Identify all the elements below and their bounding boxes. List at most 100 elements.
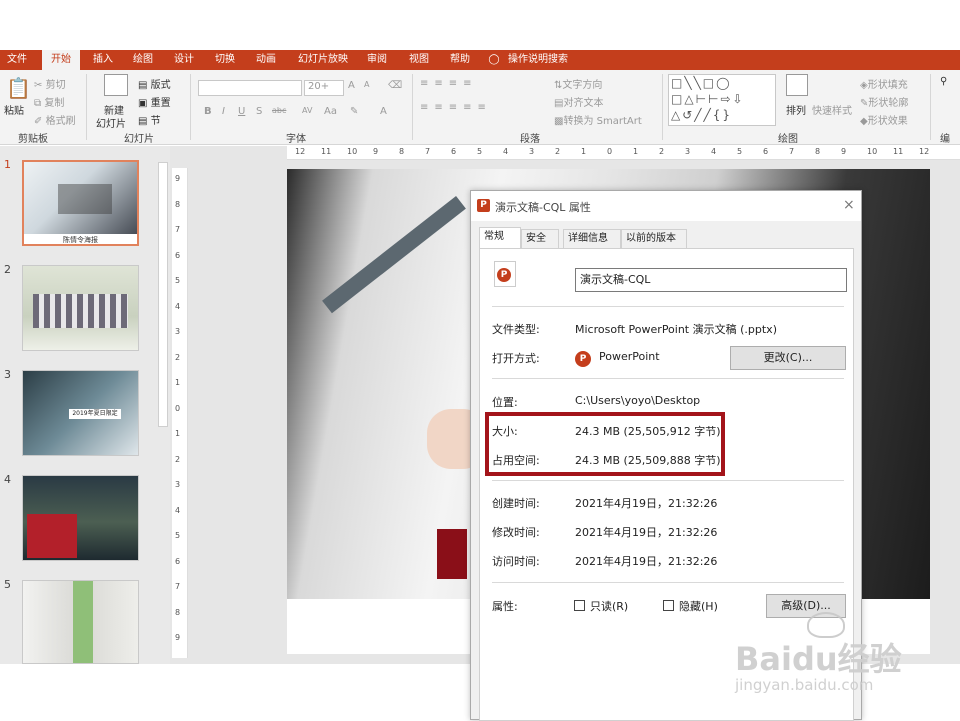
char-spacing-button[interactable]: AV xyxy=(302,106,312,115)
tab-transitions[interactable]: 切换 xyxy=(208,50,242,70)
ruler-tick-label: 1 xyxy=(633,147,639,156)
arrange-icon[interactable] xyxy=(786,74,808,96)
tab-general[interactable]: 常规 xyxy=(479,227,521,249)
list-buttons-icon[interactable]: ≡≡≡≡ xyxy=(420,78,478,89)
readonly-checkbox[interactable] xyxy=(574,600,585,611)
slide-thumbnail-2[interactable] xyxy=(22,265,139,351)
group-label-drawing: 绘图 xyxy=(778,134,798,145)
slide-number: 1 xyxy=(4,158,11,171)
lightbulb-icon: ◯ xyxy=(488,54,500,65)
new-slide-icon[interactable] xyxy=(104,74,128,96)
find-icon[interactable]: ⚲ xyxy=(940,76,947,87)
strikethrough-button[interactable]: abc xyxy=(272,106,286,115)
ruler-tick-label: 6 xyxy=(763,147,769,156)
quick-styles-button[interactable]: 快速样式 xyxy=(812,102,852,117)
dialog-title: 演示文稿-CQL 属性 xyxy=(495,201,591,214)
change-button[interactable]: 更改(C)... xyxy=(730,346,846,370)
paste-button[interactable]: 粘贴 xyxy=(4,102,24,117)
highlight-pen-icon[interactable]: ✎ xyxy=(350,106,358,117)
ruler-tick-label: 9 xyxy=(175,174,181,183)
layout-button[interactable]: ▤ 版式 xyxy=(138,76,171,91)
smartart-button[interactable]: ▩转换为 SmartArt xyxy=(554,112,642,127)
align-buttons-icon[interactable]: ≡≡≡≡≡ xyxy=(420,102,492,113)
effects-icon: ◆ xyxy=(860,116,868,127)
ruler-tick-label: 5 xyxy=(477,147,483,156)
tab-view[interactable]: 视图 xyxy=(402,50,436,70)
modified-label: 修改时间: xyxy=(492,526,540,539)
italic-button[interactable]: I xyxy=(222,106,225,117)
paste-icon[interactable]: 📋 xyxy=(6,76,31,100)
section-button[interactable]: ▤ 节 xyxy=(138,112,161,127)
tab-file[interactable]: 文件 xyxy=(0,50,34,70)
readonly-label[interactable]: 只读(R) xyxy=(590,598,628,614)
tab-animations[interactable]: 动画 xyxy=(249,50,283,70)
slide-thumbnail-1[interactable]: 陈情令海报 xyxy=(22,160,139,246)
ruler-tick-label: 0 xyxy=(607,147,613,156)
text-direction-button[interactable]: ⇅文字方向 xyxy=(554,76,602,91)
tab-security[interactable]: 安全 xyxy=(521,229,559,248)
shape-fill-button[interactable]: ◈形状填充 xyxy=(860,76,908,91)
ribbon-divider xyxy=(190,74,191,140)
tab-draw[interactable]: 绘图 xyxy=(126,50,160,70)
tab-slideshow[interactable]: 幻灯片放映 xyxy=(292,50,354,70)
thumbnail-scrollbar-thumb[interactable] xyxy=(158,162,168,427)
section-icon: ▤ xyxy=(138,116,148,127)
font-size-select[interactable]: 20+ xyxy=(304,80,344,96)
new-slide-label-2[interactable]: 幻灯片 xyxy=(96,115,126,130)
ruler-tick-label: 7 xyxy=(175,582,181,591)
align-text-button[interactable]: ▤对齐文本 xyxy=(554,94,603,109)
ruler-tick-label: 4 xyxy=(503,147,509,156)
close-icon[interactable]: × xyxy=(843,197,855,213)
slide-thumbnail-3[interactable]: 2019年夏日限定 xyxy=(22,370,139,456)
slide-thumbnail-4[interactable] xyxy=(22,475,139,561)
shrink-font-button[interactable]: A xyxy=(364,80,369,89)
hidden-checkbox[interactable] xyxy=(663,600,674,611)
filename-input[interactable]: 演示文稿-CQL xyxy=(575,268,847,292)
font-name-select[interactable] xyxy=(198,80,302,96)
created-label: 创建时间: xyxy=(492,497,540,510)
tab-previous-versions[interactable]: 以前的版本 xyxy=(621,229,687,248)
format-painter-button[interactable]: ✐ 格式刷 xyxy=(34,112,76,127)
ruler-tick-label: 12 xyxy=(295,147,306,156)
tab-home[interactable]: 开始 xyxy=(42,50,80,70)
cut-button[interactable]: ✂ 剪切 xyxy=(34,76,66,91)
tab-insert[interactable]: 插入 xyxy=(86,50,120,70)
group-label-paragraph: 段落 xyxy=(520,134,540,145)
tab-review[interactable]: 审阅 xyxy=(360,50,394,70)
file-type-value: Microsoft PowerPoint 演示文稿 (.pptx) xyxy=(575,323,777,336)
tab-design[interactable]: 设计 xyxy=(167,50,201,70)
bold-button[interactable]: B xyxy=(204,106,212,117)
group-label-editing: 编 xyxy=(940,134,950,145)
shapes-gallery[interactable]: □╲╲□◯ □△⊢⊢⇨⇩ △↺╱╱{} xyxy=(668,74,776,126)
align-text-label: 对齐文本 xyxy=(563,98,604,109)
shape-effects-button[interactable]: ◆形状效果 xyxy=(860,112,908,127)
ruler-tick-label: 8 xyxy=(175,199,181,209)
font-color-button[interactable]: A xyxy=(380,106,387,117)
tab-help[interactable]: 帮助 xyxy=(443,50,477,70)
reset-button[interactable]: ▣ 重置 xyxy=(138,94,171,109)
size-highlight-box xyxy=(485,412,725,476)
hidden-label[interactable]: 隐藏(H) xyxy=(679,598,718,614)
text-direction-label: 文字方向 xyxy=(562,80,603,91)
ribbon-tab-bar: 文件 开始 插入 绘图 设计 切换 动画 幻灯片放映 审阅 视图 帮助 ◯ 操作… xyxy=(0,50,960,70)
clear-format-icon[interactable]: ⌫ xyxy=(388,80,402,91)
tab-details[interactable]: 详细信息 xyxy=(563,229,621,248)
created-value: 2021年4月19日，21:32:26 xyxy=(575,497,718,510)
slide-number: 5 xyxy=(4,578,11,591)
underline-button[interactable]: U xyxy=(238,106,245,117)
slide-caption: 陈情令海报 xyxy=(24,234,137,244)
ruler-tick-label: 4 xyxy=(175,301,181,311)
ruler-tick-label: 7 xyxy=(425,147,431,156)
shape-outline-button[interactable]: ✎形状轮廓 xyxy=(860,94,908,109)
brush-icon: ✐ xyxy=(34,116,43,127)
copy-button[interactable]: ⧉ 复制 xyxy=(34,94,64,109)
tell-me-search[interactable]: 操作说明搜索 xyxy=(504,50,572,70)
slide-thumbnail-5[interactable] xyxy=(22,580,139,664)
ruler-tick-label: 11 xyxy=(321,147,332,156)
change-case-button[interactable]: Aa xyxy=(324,106,337,117)
red-panel-art xyxy=(27,514,77,558)
shadow-button[interactable]: S xyxy=(256,106,262,117)
grow-font-button[interactable]: A xyxy=(348,80,355,91)
location-value: C:\Users\yoyo\Desktop xyxy=(575,394,701,407)
arrange-button[interactable]: 排列 xyxy=(786,102,806,117)
